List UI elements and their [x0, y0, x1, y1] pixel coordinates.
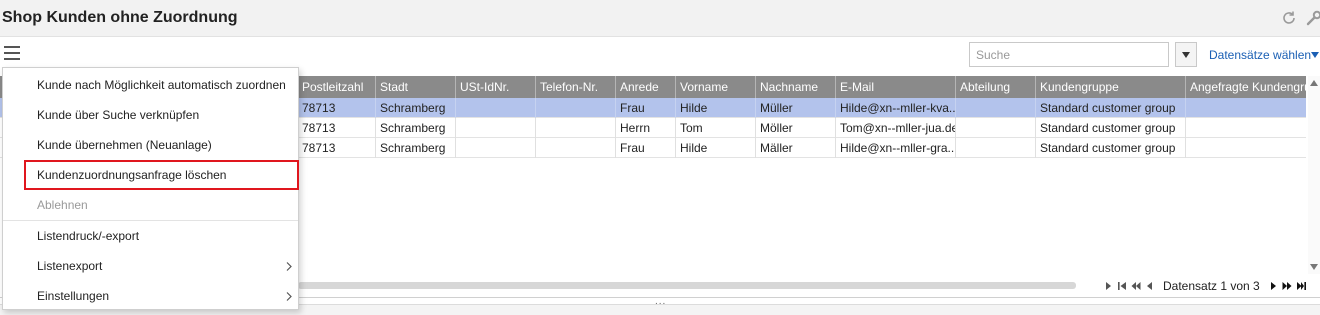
actions-menu: Kunde nach Möglichkeit automatisch zuord… [2, 67, 299, 310]
search-input[interactable] [969, 42, 1169, 67]
cell-postal-code: 78713 [298, 118, 376, 138]
triangle-down-icon [1182, 51, 1190, 58]
cell-email: Hilde@xn--mller-kva... [836, 98, 956, 118]
cell-city: Schramberg [376, 138, 456, 158]
scroll-up-icon[interactable] [1310, 80, 1318, 86]
cell-customer-group: Standard customer group [1036, 138, 1186, 158]
cell-requested-group [1186, 98, 1306, 118]
column-header[interactable]: E-Mail [836, 76, 956, 98]
cell-department [956, 118, 1036, 138]
cell-vat-id [456, 98, 536, 118]
column-header[interactable]: Angefragte Kundengrup [1186, 76, 1306, 98]
chevron-down-icon[interactable] [1311, 52, 1319, 58]
column-header[interactable]: Abteilung [956, 76, 1036, 98]
chevron-right-icon [286, 292, 292, 301]
cell-email: Hilde@xn--mller-gra... [836, 138, 956, 158]
last-page-icon[interactable] [1296, 281, 1306, 291]
refresh-icon[interactable] [1281, 10, 1297, 26]
cell-vat-id [456, 138, 536, 158]
cell-vat-id [456, 118, 536, 138]
column-header[interactable]: Anrede [616, 76, 676, 98]
cell-first-name: Tom [676, 118, 756, 138]
prev-page-icon[interactable] [1145, 281, 1155, 291]
cell-requested-group [1186, 118, 1306, 138]
pager: Datensatz 1 von 3 [1103, 279, 1306, 293]
cell-phone [536, 98, 616, 118]
wrench-icon[interactable] [1306, 10, 1320, 26]
fast-back-icon[interactable] [1131, 281, 1141, 291]
cell-city: Schramberg [376, 98, 456, 118]
cell-first-name: Hilde [676, 138, 756, 158]
cell-customer-group: Standard customer group [1036, 118, 1186, 138]
menu-item-create-customer[interactable]: Kunde übernehmen (Neuanlage) [3, 130, 298, 160]
cell-requested-group [1186, 138, 1306, 158]
record-counter: Datensatz 1 von 3 [1163, 279, 1260, 293]
menu-item-label: Einstellungen [37, 289, 110, 303]
menu-item-reject: Ablehnen [37, 198, 88, 212]
cell-email: Tom@xn--mller-jua.de [836, 118, 956, 138]
menu-item-auto-assign[interactable]: Kunde nach Möglichkeit automatisch zuord… [3, 70, 298, 100]
scroll-down-icon[interactable] [1310, 264, 1318, 270]
cell-last-name: Müller [756, 98, 836, 118]
cell-postal-code: 78713 [298, 138, 376, 158]
select-records-link[interactable]: Datensätze wählen [1209, 48, 1311, 62]
column-header[interactable]: USt-IdNr. [456, 76, 536, 98]
filter-button[interactable] [1175, 42, 1197, 67]
hamburger-icon[interactable] [4, 46, 20, 62]
menu-item-delete-assignment-request[interactable]: Kundenzuordnungsanfrage löschen [24, 160, 299, 190]
horizontal-scrollbar[interactable] [298, 282, 1076, 289]
cell-department [956, 138, 1036, 158]
cell-salutation: Frau [616, 98, 676, 118]
cell-phone [536, 138, 616, 158]
menu-item-list-export[interactable]: Listenexport [3, 251, 298, 281]
column-header[interactable]: Nachname [756, 76, 836, 98]
cell-first-name: Hilde [676, 98, 756, 118]
cell-last-name: Mäller [756, 138, 836, 158]
cell-customer-group: Standard customer group [1036, 98, 1186, 118]
cell-city: Schramberg [376, 118, 456, 138]
title-bar: Shop Kunden ohne Zuordnung [0, 0, 1320, 37]
cell-phone [536, 118, 616, 138]
menu-item-settings[interactable]: Einstellungen [3, 281, 298, 311]
menu-item-link-via-search[interactable]: Kunde über Suche verknüpfen [3, 100, 298, 130]
column-header[interactable]: Stadt [376, 76, 456, 98]
window-title: Shop Kunden ohne Zuordnung [2, 9, 238, 26]
cell-salutation: Herrn [616, 118, 676, 138]
menu-item-label: Listenexport [37, 259, 103, 273]
scroll-right-icon[interactable] [1103, 281, 1113, 291]
chevron-right-icon [286, 262, 292, 271]
fast-forward-icon[interactable] [1282, 281, 1292, 291]
cell-postal-code: 78713 [298, 98, 376, 118]
next-page-icon[interactable] [1268, 281, 1278, 291]
column-header[interactable]: Kundengruppe [1036, 76, 1186, 98]
column-header[interactable]: Telefon-Nr. [536, 76, 616, 98]
column-header[interactable]: Vorname [676, 76, 756, 98]
first-page-icon[interactable] [1117, 281, 1127, 291]
column-header[interactable]: Postleitzahl [298, 76, 376, 98]
cell-last-name: Möller [756, 118, 836, 138]
cell-salutation: Frau [616, 138, 676, 158]
cell-department [956, 98, 1036, 118]
vertical-scrollbar[interactable] [1308, 76, 1320, 274]
menu-item-list-print-export[interactable]: Listendruck/-export [3, 221, 298, 251]
